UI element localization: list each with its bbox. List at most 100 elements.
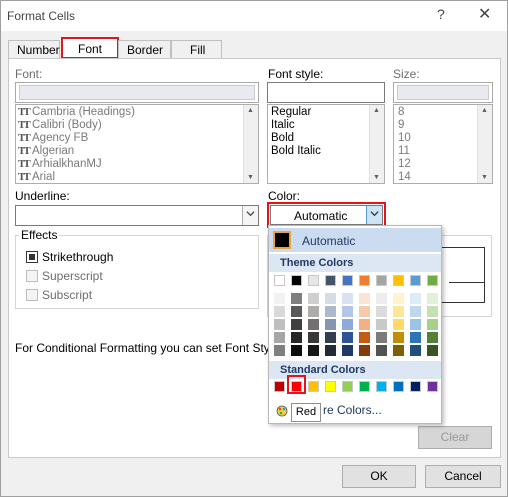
- theme-tint-swatch[interactable]: [410, 345, 421, 356]
- list-item[interactable]: TT Cambria (Headings): [18, 106, 135, 118]
- theme-color-swatch[interactable]: [308, 275, 319, 286]
- scroll-up-icon[interactable]: ▲: [247, 107, 254, 114]
- theme-tint-swatch[interactable]: [291, 345, 302, 356]
- standard-color-swatch[interactable]: [359, 381, 370, 392]
- theme-color-swatch[interactable]: [359, 275, 370, 286]
- list-item[interactable]: 8: [398, 106, 404, 118]
- theme-tint-swatch[interactable]: [359, 345, 370, 356]
- list-item[interactable]: TT Algerian: [18, 145, 74, 157]
- standard-color-swatch[interactable]: [342, 381, 353, 392]
- theme-tint-swatch[interactable]: [393, 293, 404, 304]
- theme-tint-swatch[interactable]: [308, 306, 319, 317]
- ok-button[interactable]: OK: [342, 465, 416, 488]
- font-style-list[interactable]: Regular Italic Bold Bold Italic ▲ ▼: [267, 104, 385, 184]
- theme-color-swatch[interactable]: [427, 275, 438, 286]
- list-item[interactable]: 14: [398, 171, 411, 183]
- theme-tint-swatch[interactable]: [359, 293, 370, 304]
- theme-tint-swatch[interactable]: [427, 319, 438, 330]
- theme-color-swatch[interactable]: [376, 275, 387, 286]
- theme-tint-swatch[interactable]: [410, 332, 421, 343]
- theme-tint-swatch[interactable]: [342, 293, 353, 304]
- list-item[interactable]: TT Arial: [18, 171, 55, 183]
- theme-tint-swatch[interactable]: [274, 306, 285, 317]
- theme-color-swatch[interactable]: [342, 275, 353, 286]
- theme-color-swatch[interactable]: [325, 275, 336, 286]
- theme-tint-swatch[interactable]: [376, 319, 387, 330]
- standard-color-red-swatch[interactable]: [291, 381, 302, 392]
- scroll-up-icon[interactable]: ▲: [481, 107, 488, 114]
- standard-color-swatch[interactable]: [325, 381, 336, 392]
- list-item[interactable]: 11: [398, 145, 410, 157]
- underline-dropdown-button[interactable]: [242, 206, 258, 225]
- theme-tint-swatch[interactable]: [308, 293, 319, 304]
- scroll-down-icon[interactable]: ▼: [373, 174, 380, 181]
- theme-tint-swatch[interactable]: [325, 345, 336, 356]
- theme-tint-swatch[interactable]: [427, 345, 438, 356]
- theme-tint-swatch[interactable]: [291, 293, 302, 304]
- font-list[interactable]: TT Cambria (Headings) TT Calibri (Body) TT…: [15, 104, 259, 184]
- theme-tint-swatch[interactable]: [359, 319, 370, 330]
- theme-tint-swatch[interactable]: [342, 306, 353, 317]
- tab-number[interactable]: Number: [8, 40, 60, 59]
- theme-tint-swatch[interactable]: [410, 306, 421, 317]
- theme-tint-swatch[interactable]: [325, 293, 336, 304]
- tab-font[interactable]: Font: [61, 37, 119, 59]
- size-input[interactable]: [393, 82, 493, 103]
- list-item[interactable]: Regular: [271, 106, 311, 118]
- subscript-checkbox[interactable]: [26, 289, 38, 301]
- theme-color-swatch[interactable]: [393, 275, 404, 286]
- scroll-down-icon[interactable]: ▼: [247, 174, 254, 181]
- theme-tint-swatch[interactable]: [291, 332, 302, 343]
- theme-tint-swatch[interactable]: [274, 319, 285, 330]
- theme-color-swatch[interactable]: [410, 275, 421, 286]
- theme-tint-swatch[interactable]: [308, 332, 319, 343]
- theme-tint-swatch[interactable]: [291, 306, 302, 317]
- cancel-button[interactable]: Cancel: [425, 465, 501, 488]
- scroll-up-icon[interactable]: ▲: [373, 107, 380, 114]
- theme-tint-swatch[interactable]: [427, 332, 438, 343]
- theme-tint-swatch[interactable]: [308, 345, 319, 356]
- theme-tint-swatch[interactable]: [427, 306, 438, 317]
- standard-color-swatch[interactable]: [308, 381, 319, 392]
- font-style-input[interactable]: [267, 82, 385, 103]
- list-item[interactable]: TT ArhialkhanMJ: [18, 158, 102, 170]
- theme-tint-swatch[interactable]: [342, 345, 353, 356]
- clear-button[interactable]: Clear: [418, 426, 492, 449]
- list-item[interactable]: 9: [398, 119, 404, 131]
- theme-tint-swatch[interactable]: [274, 293, 285, 304]
- theme-tint-swatch[interactable]: [308, 319, 319, 330]
- standard-color-swatch[interactable]: [393, 381, 404, 392]
- font-style-scrollbar[interactable]: ▲ ▼: [369, 105, 384, 183]
- tab-border[interactable]: Border: [118, 40, 171, 59]
- font-list-scrollbar[interactable]: ▲ ▼: [243, 105, 258, 183]
- theme-tint-swatch[interactable]: [393, 332, 404, 343]
- help-button[interactable]: ?: [437, 6, 445, 22]
- standard-color-swatch[interactable]: [427, 381, 438, 392]
- theme-tint-swatch[interactable]: [376, 293, 387, 304]
- strikethrough-checkbox[interactable]: [26, 251, 38, 263]
- standard-color-swatch[interactable]: [274, 381, 285, 392]
- list-item[interactable]: TT Calibri (Body): [18, 119, 102, 131]
- list-item[interactable]: 10: [398, 132, 411, 144]
- theme-tint-swatch[interactable]: [291, 319, 302, 330]
- theme-tint-swatch[interactable]: [274, 332, 285, 343]
- theme-tint-swatch[interactable]: [359, 332, 370, 343]
- theme-color-swatch[interactable]: [274, 275, 285, 286]
- theme-tint-swatch[interactable]: [325, 306, 336, 317]
- size-list[interactable]: 8 9 10 11 12 14 ▲ ▼: [393, 104, 493, 184]
- more-colors-link[interactable]: re Colors...: [323, 403, 382, 417]
- theme-tint-swatch[interactable]: [393, 345, 404, 356]
- theme-tint-swatch[interactable]: [410, 319, 421, 330]
- theme-tint-swatch[interactable]: [274, 345, 285, 356]
- theme-tint-swatch[interactable]: [427, 293, 438, 304]
- theme-tint-swatch[interactable]: [410, 293, 421, 304]
- theme-tint-swatch[interactable]: [376, 332, 387, 343]
- theme-tint-swatch[interactable]: [359, 306, 370, 317]
- theme-tint-swatch[interactable]: [342, 319, 353, 330]
- theme-tint-swatch[interactable]: [325, 332, 336, 343]
- theme-color-swatch[interactable]: [291, 275, 302, 286]
- theme-tint-swatch[interactable]: [342, 332, 353, 343]
- underline-dropdown[interactable]: [15, 205, 259, 226]
- font-input[interactable]: [15, 82, 259, 103]
- automatic-color-option[interactable]: Automatic: [269, 228, 441, 252]
